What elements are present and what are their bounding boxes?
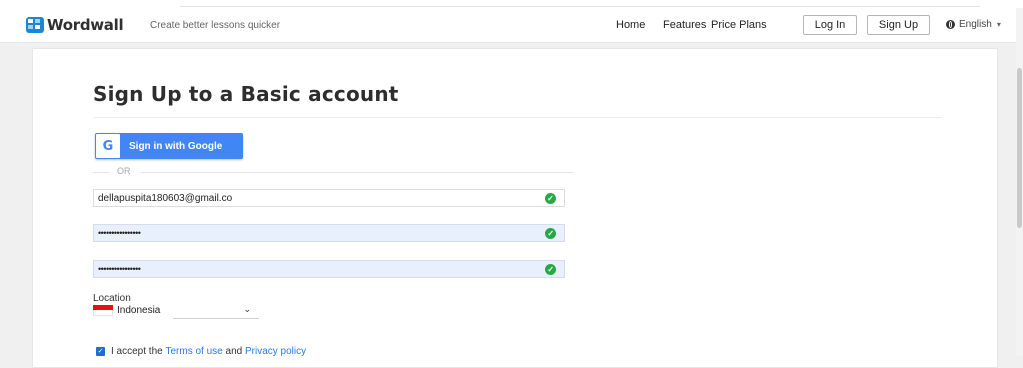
- location-select[interactable]: Indonesia ⌄: [93, 304, 259, 319]
- google-signin-label: Sign in with Google: [129, 140, 223, 152]
- privacy-link[interactable]: Privacy policy: [245, 346, 306, 357]
- site-header: Wordwall Create better lessons quicker H…: [0, 8, 1023, 43]
- or-label: OR: [117, 166, 131, 176]
- signup-card: Sign Up to a Basic account G Sign in wit…: [32, 48, 998, 368]
- google-signin-button[interactable]: G Sign in with Google: [95, 133, 243, 159]
- valid-check-icon: ✓: [545, 228, 556, 239]
- chevron-down-icon: ▾: [996, 20, 1001, 29]
- page-title: Sign Up to a Basic account: [93, 82, 399, 106]
- logo-text: Wordwall: [47, 16, 124, 34]
- email-field[interactable]: dellapuspita180603@gmail.co ✓: [93, 189, 565, 207]
- top-strip-rule: [180, 6, 980, 7]
- and-text: and: [225, 346, 243, 357]
- nav-price-plans[interactable]: Price Plans: [711, 19, 767, 31]
- page-scrollbar[interactable]: [1016, 8, 1023, 356]
- globe-icon: [946, 20, 955, 29]
- nav-home[interactable]: Home: [616, 19, 645, 31]
- or-line-right: [141, 172, 573, 173]
- title-divider: [93, 117, 941, 118]
- login-button[interactable]: Log In: [803, 15, 857, 35]
- valid-check-icon: ✓: [545, 264, 556, 275]
- scrollbar-thumb[interactable]: [1017, 68, 1022, 228]
- top-strip: [0, 0, 1023, 8]
- password-value: ••••••••••••••••: [98, 228, 141, 238]
- checkbox-checked-icon[interactable]: ✓: [96, 347, 105, 356]
- tagline: Create better lessons quicker: [150, 20, 281, 31]
- wordwall-logo[interactable]: Wordwall: [26, 16, 124, 34]
- wordwall-logo-icon: [26, 17, 44, 33]
- location-value: Indonesia: [117, 305, 161, 316]
- or-line-left: [93, 172, 109, 173]
- indonesia-flag-icon: [93, 305, 113, 316]
- language-label: English: [959, 19, 992, 30]
- password-field[interactable]: •••••••••••••••• ✓: [93, 224, 565, 242]
- terms-link[interactable]: Terms of use: [165, 346, 222, 357]
- confirm-password-field[interactable]: •••••••••••••••• ✓: [93, 260, 565, 278]
- language-selector[interactable]: English ▾: [946, 19, 1001, 30]
- valid-check-icon: ✓: [545, 193, 556, 204]
- location-label: Location: [93, 293, 131, 304]
- email-value: dellapuspita180603@gmail.co: [98, 192, 233, 204]
- chevron-down-icon: ⌄: [243, 304, 251, 314]
- accept-prefix: I accept the: [111, 346, 163, 357]
- accept-terms-row: ✓ I accept the Terms of use and Privacy …: [96, 346, 306, 357]
- confirm-password-value: ••••••••••••••••: [98, 264, 141, 274]
- google-g-icon: G: [96, 134, 120, 158]
- nav-features[interactable]: Features: [663, 19, 706, 31]
- select-underline: [173, 318, 259, 319]
- signup-button[interactable]: Sign Up: [867, 15, 930, 35]
- or-divider: OR: [93, 166, 573, 178]
